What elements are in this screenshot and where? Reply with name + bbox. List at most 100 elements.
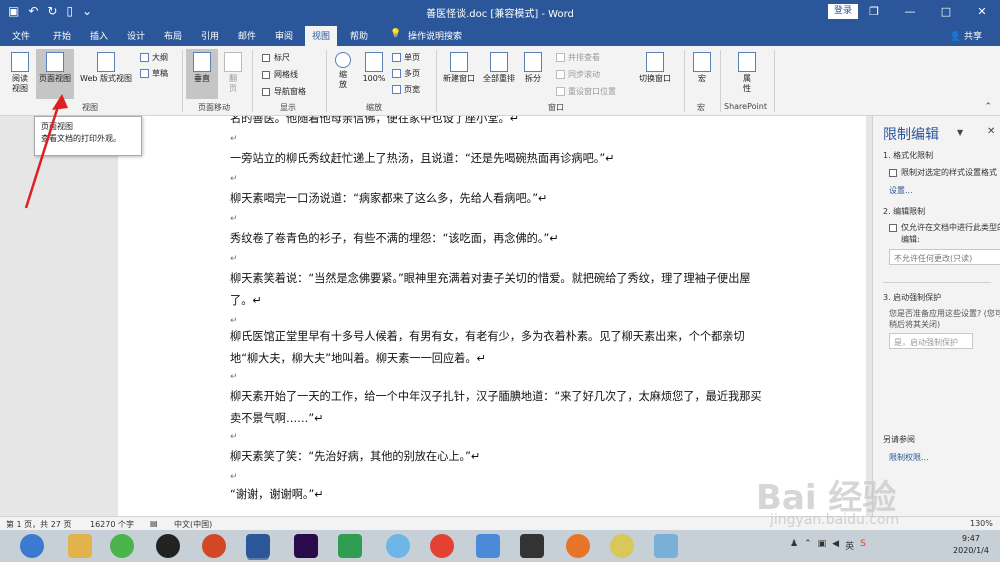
word-icon[interactable] xyxy=(246,534,270,558)
page-icon xyxy=(46,52,64,72)
pane-options-icon[interactable]: ▼ xyxy=(957,128,963,137)
zoom-100-button[interactable]: 100% xyxy=(360,52,388,84)
language[interactable]: 中文(中国) xyxy=(174,519,212,530)
properties-icon xyxy=(738,52,756,72)
reset-position-label: 重设窗口位置 xyxy=(568,87,616,96)
app-icon[interactable] xyxy=(338,534,362,558)
sync-scroll-button[interactable]: 同步滚动 xyxy=(556,69,600,80)
zoom-100-label: 100% xyxy=(362,74,386,83)
print-layout-button[interactable]: 页面视图 xyxy=(36,49,74,99)
volume-icon[interactable]: ◀ xyxy=(832,539,839,552)
app-icon[interactable] xyxy=(610,534,634,558)
limit-format-checkbox[interactable]: 限制对选定的样式设置格式 xyxy=(889,167,997,178)
login-button[interactable]: 登录 xyxy=(828,4,858,19)
menu-bar: 文件 开始 插入 设计 布局 引用 邮件 审阅 视图 帮助 💡 操作说明搜索 👤… xyxy=(0,24,1000,47)
enforcement-question-2: 稍后将其关闭) xyxy=(889,320,941,329)
paragraph: 柳氏医馆正堂里早有十多号人候着，有男有女，有老有少，多为衣着朴素。见了柳天素出来… xyxy=(230,330,745,365)
group-show-label: 显示 xyxy=(280,103,296,112)
premiere-icon[interactable] xyxy=(294,534,318,558)
proofing-icon[interactable]: ▤ xyxy=(150,519,158,528)
tab-insert[interactable]: 插入 xyxy=(90,29,108,42)
switch-window-button[interactable]: 切换窗口 xyxy=(634,52,676,84)
zoom-button[interactable]: 缩 放 xyxy=(330,52,356,90)
close-button[interactable]: ✕ xyxy=(964,0,1000,24)
clock[interactable]: 9:47 2020/1/4 xyxy=(946,533,996,557)
video-icon[interactable] xyxy=(520,534,544,558)
draft-button[interactable]: 草稿 xyxy=(140,68,168,79)
powerpoint-icon[interactable] xyxy=(202,534,226,558)
settings-link[interactable]: 设置... xyxy=(889,185,913,196)
minimize-button[interactable]: — xyxy=(892,0,928,24)
share-label: 共享 xyxy=(963,32,982,42)
group-separator xyxy=(436,50,437,112)
reset-position-button[interactable]: 重设窗口位置 xyxy=(556,86,616,97)
taskbar: ♟ ⌃ ▣ ◀ 英 S 9:47 2020/1/4 xyxy=(0,530,1000,562)
split-button[interactable]: 拆分 xyxy=(520,52,546,84)
read-mode-button[interactable]: 阅读 视图 xyxy=(6,52,34,94)
allow-only-checkbox[interactable]: 仅允许在文档中进行此类型的 xyxy=(889,222,1000,233)
multi-page-button[interactable]: 多页 xyxy=(392,68,420,79)
ruler-checkbox[interactable]: 标尺 xyxy=(262,52,290,63)
share-button[interactable]: 👤 共享 xyxy=(950,29,982,42)
collapse-ribbon-icon[interactable]: ⌃ xyxy=(984,102,992,112)
network-icon[interactable]: ▣ xyxy=(818,539,827,552)
one-page-button[interactable]: 单页 xyxy=(392,52,420,63)
side-to-side-label: 翻 页 xyxy=(229,74,237,93)
start-enforcement-button[interactable]: 是，启动强制保护 xyxy=(889,333,973,349)
ribbon-display-button[interactable]: ❐ xyxy=(856,0,892,24)
qq-icon[interactable] xyxy=(156,534,180,558)
page-count[interactable]: 第 1 页，共 27 页 xyxy=(6,519,71,530)
gridlines-checkbox[interactable]: 网格线 xyxy=(262,69,298,80)
vertical-label: 垂直 xyxy=(194,74,210,83)
app-icon[interactable] xyxy=(476,534,500,558)
app-icon[interactable] xyxy=(654,534,678,558)
vertical-scroll-icon xyxy=(193,52,211,72)
pane-close-icon[interactable]: ✕ xyxy=(987,126,995,137)
tab-review[interactable]: 审阅 xyxy=(275,29,293,42)
new-window-button[interactable]: 新建窗口 xyxy=(440,52,478,84)
gridlines-label: 网格线 xyxy=(274,70,298,79)
side-to-side-button[interactable]: 翻 页 xyxy=(220,52,246,94)
editing-type-select[interactable]: 不允许任何更改(只读) xyxy=(889,249,1000,265)
side-by-side-button[interactable]: 并排查看 xyxy=(556,52,600,63)
tab-view[interactable]: 视图 xyxy=(305,26,338,47)
page-width-button[interactable]: 页宽 xyxy=(392,84,420,95)
word-count[interactable]: 16270 个字 xyxy=(90,519,134,530)
checkbox-icon xyxy=(889,223,897,232)
app-icon[interactable] xyxy=(566,534,590,558)
chrome-icon[interactable] xyxy=(430,534,454,558)
macros-button[interactable]: 宏 xyxy=(690,52,714,84)
tab-references[interactable]: 引用 xyxy=(201,29,219,42)
sogou-icon[interactable]: S xyxy=(860,539,866,552)
tab-layout[interactable]: 布局 xyxy=(164,29,182,42)
tab-home[interactable]: 开始 xyxy=(53,29,71,42)
file-explorer-icon[interactable] xyxy=(68,534,92,558)
tell-me-search[interactable]: 操作说明搜索 xyxy=(408,29,462,42)
side-by-side-icon xyxy=(556,53,565,62)
vertical-button[interactable]: 垂直 xyxy=(186,49,218,99)
chevron-up-icon[interactable]: ⌃ xyxy=(804,539,812,552)
ime-label[interactable]: 英 xyxy=(845,539,854,552)
wechat-icon[interactable] xyxy=(110,534,134,558)
tab-file[interactable]: 文件 xyxy=(12,29,30,42)
document-page[interactable]: 名的善医。他随着他母亲信佛，便在家中也设了座小堂。↵ ↵ 一旁站立的柳氏秀纹赶忙… xyxy=(118,116,866,516)
checkbox-icon xyxy=(262,87,270,96)
nav-pane-checkbox[interactable]: 导航窗格 xyxy=(262,86,306,97)
people-icon[interactable]: ♟ xyxy=(790,539,798,552)
restrict-permission-link[interactable]: 限制权限... xyxy=(889,452,929,463)
group-page-move-label: 页面移动 xyxy=(198,103,230,112)
tab-design[interactable]: 设计 xyxy=(127,29,145,42)
tab-help[interactable]: 帮助 xyxy=(350,29,368,42)
zoom-level[interactable]: 130% xyxy=(970,519,993,528)
split-icon xyxy=(524,52,542,72)
properties-button[interactable]: 属 性 xyxy=(734,52,760,94)
app-icon[interactable] xyxy=(386,534,410,558)
arrange-all-button[interactable]: 全部重排 xyxy=(480,52,518,84)
outline-button[interactable]: 大纲 xyxy=(140,52,168,63)
print-layout-label: 页面视图 xyxy=(39,74,71,83)
web-layout-button[interactable]: Web 版式视图 xyxy=(76,52,136,84)
browser-icon[interactable] xyxy=(20,534,44,558)
see-also-label: 另请参阅 xyxy=(883,435,915,444)
tab-mailings[interactable]: 邮件 xyxy=(238,29,256,42)
maximize-button[interactable]: □ xyxy=(928,0,964,24)
